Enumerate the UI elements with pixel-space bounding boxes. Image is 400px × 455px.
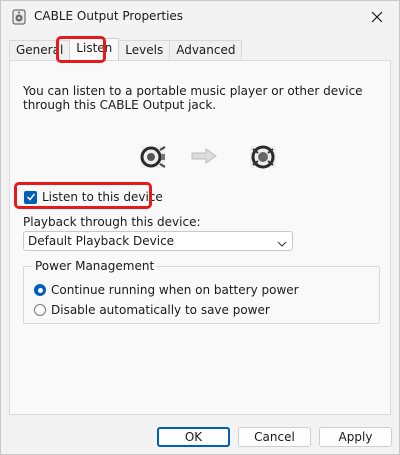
close-button[interactable] [355, 1, 399, 33]
power-management-legend: Power Management [32, 259, 158, 273]
properties-window: CABLE Output Properties General Listen L… [0, 0, 400, 455]
arrow-right-icon [191, 148, 217, 164]
playback-device-value: Default Playback Device [28, 234, 175, 248]
ok-button[interactable]: OK [157, 427, 230, 447]
radio-button-selected[interactable] [34, 284, 46, 296]
playback-label: Playback through this device: [23, 215, 201, 229]
tab-advanced[interactable]: Advanced [169, 40, 243, 60]
chevron-down-icon [277, 236, 287, 254]
radio-button[interactable] [34, 304, 46, 316]
radio-disable-automatically[interactable]: Disable automatically to save power [34, 302, 270, 318]
title-bar[interactable]: CABLE Output Properties [1, 1, 399, 33]
apply-button[interactable]: Apply [319, 427, 392, 447]
power-management-group: Power Management Continue running when o… [23, 259, 380, 324]
window-title: CABLE Output Properties [34, 9, 184, 23]
radio-continue-label: Continue running when on battery power [51, 283, 299, 297]
tab-levels[interactable]: Levels [118, 40, 171, 60]
playback-device-select[interactable]: Default Playback Device [23, 231, 293, 251]
output-device-icon [248, 144, 278, 170]
tab-listen-highlight [56, 36, 106, 63]
close-icon [371, 11, 383, 23]
speaker-icon [11, 9, 27, 25]
cancel-button[interactable]: Cancel [238, 427, 311, 447]
radio-disable-label: Disable automatically to save power [51, 303, 270, 317]
intro-text: You can listen to a portable music playe… [23, 84, 363, 112]
tab-strip: General Listen Levels Advanced [9, 38, 243, 60]
source-device-icon [138, 144, 168, 170]
radio-continue-running[interactable]: Continue running when on battery power [34, 282, 299, 298]
listen-checkbox-highlight [14, 182, 152, 209]
listen-panel: You can listen to a portable music playe… [9, 60, 391, 415]
